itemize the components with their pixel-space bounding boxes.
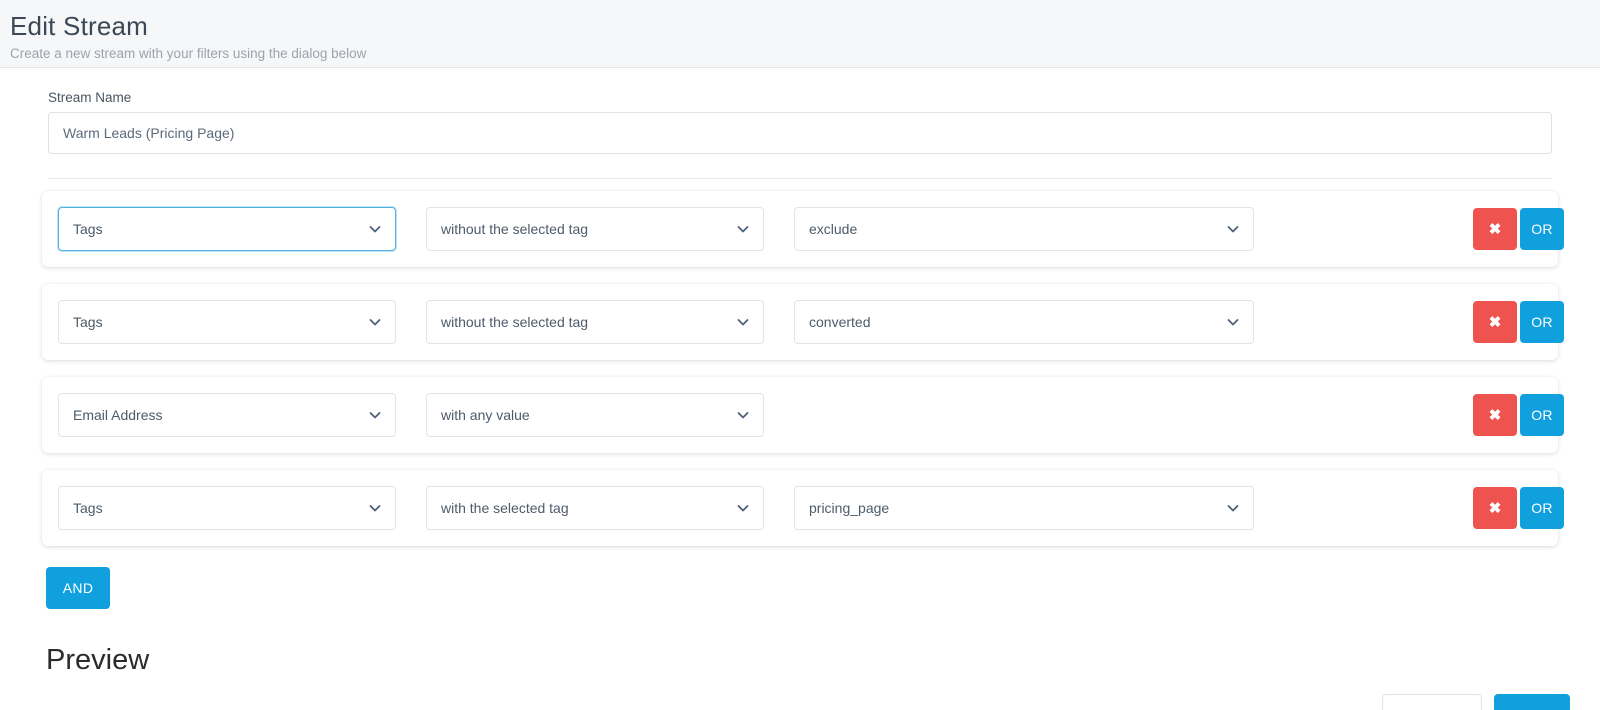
filter-row-actions: ✖ OR (1473, 394, 1564, 436)
chevron-down-icon (1227, 226, 1239, 233)
filter-value-value: exclude (809, 221, 858, 237)
filter-row: Tags with the selected tag pricing_page ✖ OR (42, 470, 1564, 546)
footer-actions: Advanced Save (1382, 694, 1570, 710)
filter-field-select-box[interactable]: Tags (58, 486, 396, 530)
filter-operator-value: without the selected tag (441, 314, 589, 330)
chevron-down-icon (369, 412, 381, 419)
filter-row: Tags without the selected tag exclude ✖ OR (42, 191, 1564, 267)
filter-operator-value: with any value (441, 407, 530, 423)
page-header: Edit Stream Create a new stream with you… (0, 0, 1600, 68)
chevron-down-icon (369, 505, 381, 512)
filter-rows-container: Tags without the selected tag exclude ✖ OR Ta… (30, 191, 1570, 546)
section-divider (48, 178, 1552, 179)
filter-field-value: Tags (73, 500, 103, 516)
or-button[interactable]: OR (1520, 487, 1564, 529)
filter-value-select-box[interactable]: exclude (794, 207, 1254, 251)
filter-value-select[interactable]: exclude (794, 207, 1254, 251)
filter-field-select[interactable]: Email Address (58, 393, 396, 437)
delete-filter-button[interactable]: ✖ (1473, 394, 1517, 436)
filter-row: Tags without the selected tag converted ✖ OR (42, 284, 1564, 360)
chevron-down-icon (737, 412, 749, 419)
filter-field-select-box[interactable]: Email Address (58, 393, 396, 437)
filter-row-actions: ✖ OR (1473, 487, 1564, 529)
filter-operator-select[interactable]: without the selected tag (426, 300, 764, 344)
or-button[interactable]: OR (1520, 301, 1564, 343)
stream-name-input[interactable] (48, 112, 1552, 154)
filter-value-value: pricing_page (809, 500, 890, 516)
stream-name-block: Stream Name (30, 68, 1570, 154)
filter-value-select[interactable]: pricing_page (794, 486, 1254, 530)
filter-operator-select-box[interactable]: without the selected tag (426, 207, 764, 251)
filter-field-value: Tags (73, 314, 103, 330)
filter-operator-select-box[interactable]: without the selected tag (426, 300, 764, 344)
filter-operator-select[interactable]: with any value (426, 393, 764, 437)
filter-field-select[interactable]: Tags (58, 207, 396, 251)
filter-operator-select[interactable]: without the selected tag (426, 207, 764, 251)
or-button[interactable]: OR (1520, 208, 1564, 250)
filter-operator-select[interactable]: with the selected tag (426, 486, 764, 530)
or-button[interactable]: OR (1520, 394, 1564, 436)
chevron-down-icon (1227, 505, 1239, 512)
delete-filter-button[interactable]: ✖ (1473, 487, 1517, 529)
filter-field-select-box[interactable]: Tags (58, 300, 396, 344)
advanced-button[interactable]: Advanced (1382, 694, 1482, 710)
filter-field-select[interactable]: Tags (58, 486, 396, 530)
chevron-down-icon (369, 226, 381, 233)
filter-operator-select-box[interactable]: with the selected tag (426, 486, 764, 530)
page-title: Edit Stream (10, 11, 149, 41)
preview-heading: Preview (46, 644, 150, 676)
delete-filter-button[interactable]: ✖ (1473, 301, 1517, 343)
filter-value-value: converted (809, 314, 871, 330)
page-body: Stream Name Tags without the selected tag… (0, 68, 1600, 710)
filter-operator-select-box[interactable]: with any value (426, 393, 764, 437)
filter-row-actions: ✖ OR (1473, 301, 1564, 343)
filter-field-select-box[interactable]: Tags (58, 207, 396, 251)
filter-value-select-box[interactable]: pricing_page (794, 486, 1254, 530)
filter-row: Email Address with any value ✖ OR (42, 377, 1564, 453)
chevron-down-icon (737, 505, 749, 512)
filter-value-select[interactable]: converted (794, 300, 1254, 344)
filter-value-select-box[interactable]: converted (794, 300, 1254, 344)
filter-field-value: Tags (73, 221, 103, 237)
chevron-down-icon (737, 319, 749, 326)
delete-filter-button[interactable]: ✖ (1473, 208, 1517, 250)
filter-operator-value: without the selected tag (441, 221, 589, 237)
chevron-down-icon (737, 226, 749, 233)
save-button[interactable]: Save (1494, 694, 1570, 710)
filter-operator-value: with the selected tag (441, 500, 569, 516)
filter-field-value: Email Address (73, 407, 163, 423)
and-button[interactable]: AND (46, 567, 110, 609)
filter-field-select[interactable]: Tags (58, 300, 396, 344)
page-subtitle: Create a new stream with your filters us… (10, 46, 367, 61)
chevron-down-icon (369, 319, 381, 326)
filter-row-actions: ✖ OR (1473, 208, 1564, 250)
stream-name-label: Stream Name (48, 90, 132, 105)
chevron-down-icon (1227, 319, 1239, 326)
